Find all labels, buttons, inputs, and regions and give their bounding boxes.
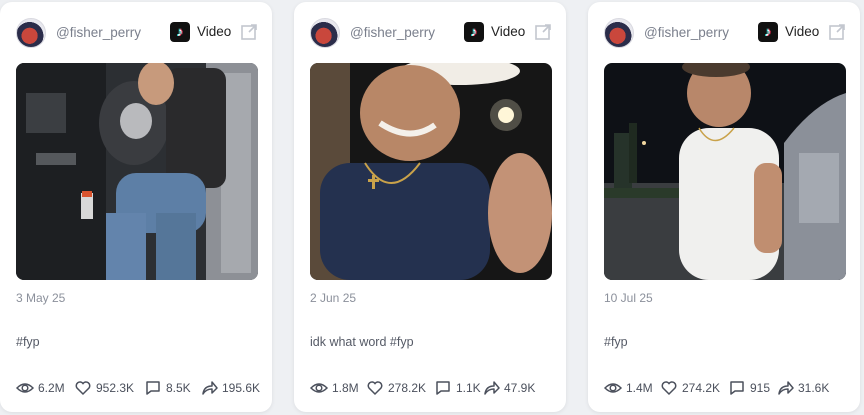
heart-icon	[367, 381, 383, 396]
video-thumbnail[interactable]	[16, 63, 258, 280]
post-stats: 1.8M 278.2K 1.1K 47.9K	[310, 378, 556, 398]
post-caption: #fyp	[604, 335, 628, 349]
comment-icon	[436, 381, 450, 395]
post-type-label: Video	[785, 24, 820, 39]
likes-count: 274.2K	[682, 381, 721, 395]
shares-count: 31.6K	[798, 381, 830, 395]
avatar[interactable]	[310, 18, 340, 48]
post-caption: #fyp	[16, 335, 40, 349]
views-count: 1.8M	[332, 381, 359, 395]
external-link-icon[interactable]	[828, 23, 846, 41]
share-icon	[778, 381, 794, 395]
card-header: @fisher_perry ♪ Video	[310, 18, 552, 50]
username[interactable]: @fisher_perry	[644, 25, 729, 40]
username[interactable]: @fisher_perry	[350, 25, 435, 40]
heart-icon	[75, 381, 91, 396]
views-count: 6.2M	[38, 381, 65, 395]
post-stats: 1.4M 274.2K 915 31.6K	[604, 378, 850, 398]
video-thumbnail[interactable]	[310, 63, 552, 280]
avatar[interactable]	[604, 18, 634, 48]
post-caption: idk what word #fyp	[310, 335, 414, 349]
shares-count: 47.9K	[504, 381, 536, 395]
share-icon	[202, 381, 218, 395]
post-card[interactable]: @fisher_perry ♪ Video 3 May 25 #fyp 6.2M…	[0, 2, 272, 412]
avatar[interactable]	[16, 18, 46, 48]
heart-icon	[661, 381, 677, 396]
username[interactable]: @fisher_perry	[56, 25, 141, 40]
video-thumbnail[interactable]	[604, 63, 846, 280]
tiktok-icon: ♪	[758, 22, 778, 42]
external-link-icon[interactable]	[534, 23, 552, 41]
tiktok-icon: ♪	[464, 22, 484, 42]
tiktok-icon: ♪	[170, 22, 190, 42]
likes-count: 278.2K	[388, 381, 427, 395]
comment-icon	[730, 381, 744, 395]
card-header: @fisher_perry ♪ Video	[16, 18, 258, 50]
comments-count: 1.1K	[456, 381, 481, 395]
comments-count: 915	[750, 381, 771, 395]
post-type-label: Video	[197, 24, 232, 39]
comments-count: 8.5K	[166, 381, 191, 395]
post-date: 3 May 25	[16, 291, 66, 305]
eye-icon	[310, 383, 328, 393]
post-type-label: Video	[491, 24, 526, 39]
post-card[interactable]: @fisher_perry ♪ Video 10 Jul 25 #fyp 1.4…	[588, 2, 860, 412]
shares-count: 195.6K	[222, 381, 261, 395]
views-count: 1.4M	[626, 381, 653, 395]
post-stats: 6.2M 952.3K 8.5K 195.6K	[16, 378, 262, 398]
likes-count: 952.3K	[96, 381, 135, 395]
post-date: 10 Jul 25	[604, 291, 653, 305]
eye-icon	[16, 383, 34, 393]
post-date: 2 Jun 25	[310, 291, 357, 305]
eye-icon	[604, 383, 622, 393]
share-icon	[484, 381, 500, 395]
comment-icon	[146, 381, 160, 395]
card-header: @fisher_perry ♪ Video	[604, 18, 846, 50]
external-link-icon[interactable]	[240, 23, 258, 41]
post-card[interactable]: @fisher_perry ♪ Video 2 Jun 25 idk what …	[294, 2, 566, 412]
